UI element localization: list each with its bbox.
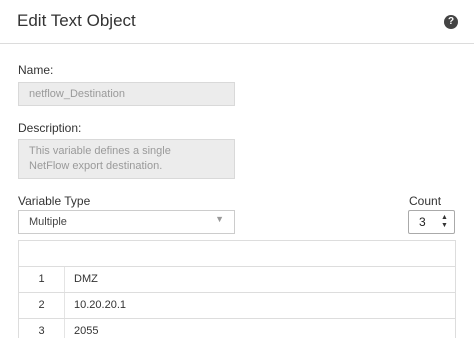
description-text-line-2: NetFlow export destination.	[29, 160, 163, 172]
chevron-down-icon: ▼	[215, 214, 224, 224]
variable-type-select[interactable]: Multiple ▼	[18, 210, 235, 234]
name-field[interactable]: netflow_Destination	[18, 82, 235, 106]
table-row[interactable]: 2 10.20.20.1	[19, 293, 455, 319]
stepper-arrows[interactable]: ▲ ▼	[441, 214, 449, 230]
description-field[interactable]: This variable defines a single NetFlow e…	[18, 139, 235, 179]
edit-text-object-dialog: Edit Text Object ? Name: netflow_Destina…	[0, 0, 474, 338]
table-row[interactable]: 3 2055	[19, 319, 455, 338]
row-index: 3	[38, 325, 45, 337]
count-value: 3	[419, 215, 426, 229]
row-index: 1	[38, 273, 45, 285]
column-divider	[64, 293, 65, 318]
count-label: Count	[409, 194, 442, 208]
table-header-row	[19, 241, 455, 267]
description-text-line-1: This variable defines a single	[29, 145, 171, 157]
row-value[interactable]: DMZ	[74, 267, 98, 292]
row-index: 2	[38, 299, 45, 311]
description-label: Description:	[18, 121, 82, 135]
name-label: Name:	[18, 63, 54, 77]
column-divider	[64, 319, 65, 338]
table-row[interactable]: 1 DMZ	[19, 267, 455, 293]
dialog-header: Edit Text Object ?	[0, 0, 474, 44]
row-value[interactable]: 10.20.20.1	[74, 293, 126, 318]
variable-type-label: Variable Type	[18, 194, 91, 208]
stepper-down-icon[interactable]: ▼	[441, 222, 449, 230]
variable-type-value: Multiple	[29, 216, 67, 228]
row-value[interactable]: 2055	[74, 319, 98, 338]
help-icon[interactable]: ?	[444, 15, 458, 29]
stepper-up-icon[interactable]: ▲	[441, 214, 449, 222]
values-table: 1 DMZ 2 10.20.20.1 3 2055	[18, 240, 456, 338]
column-divider	[64, 267, 65, 292]
dialog-title: Edit Text Object	[17, 11, 136, 30]
count-stepper[interactable]: 3 ▲ ▼	[408, 210, 455, 234]
